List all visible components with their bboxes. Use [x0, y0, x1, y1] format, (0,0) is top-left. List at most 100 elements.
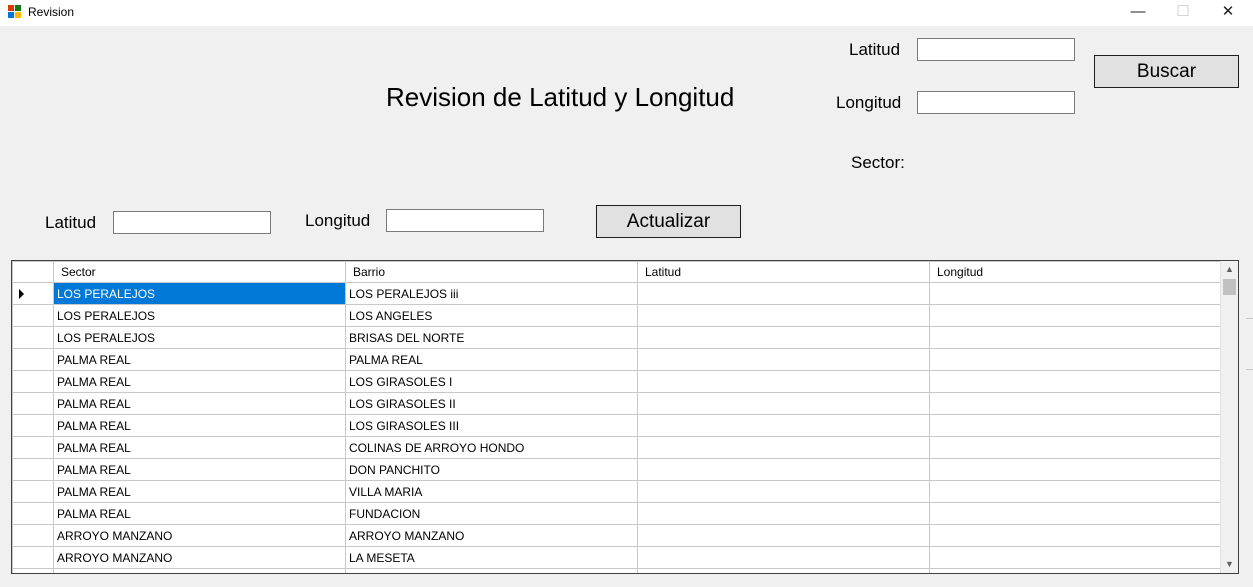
cell-sector[interactable]: LOS PERALEJOS [53, 326, 346, 349]
table-row[interactable] [12, 568, 1222, 573]
column-header-longitud[interactable]: Longitud [929, 261, 1222, 283]
cell-sector[interactable]: PALMA REAL [53, 370, 346, 393]
search-longitud-input[interactable] [917, 91, 1075, 114]
table-row[interactable]: LOS PERALEJOS LOS ANGELES [12, 304, 1222, 327]
cell-sector[interactable]: PALMA REAL [53, 348, 346, 371]
search-latitud-input[interactable] [917, 38, 1075, 61]
column-header-sector[interactable]: Sector [53, 261, 346, 283]
cell-barrio[interactable]: LOS ANGELES [345, 304, 638, 327]
table-row[interactable]: PALMA REAL PALMA REAL [12, 348, 1222, 371]
cell-sector[interactable]: PALMA REAL [53, 458, 346, 481]
cell-longitud[interactable] [929, 436, 1222, 459]
table-row[interactable]: PALMA REAL LOS GIRASOLES III [12, 414, 1222, 437]
table-row[interactable]: PALMA REAL VILLA MARIA [12, 480, 1222, 503]
table-row[interactable]: PALMA REAL COLINAS DE ARROYO HONDO [12, 436, 1222, 459]
update-longitud-input[interactable] [386, 209, 544, 232]
cell-sector[interactable]: LOS PERALEJOS [53, 304, 346, 327]
cell-longitud[interactable] [929, 458, 1222, 481]
cell-latitud[interactable] [637, 414, 930, 437]
row-header[interactable] [12, 502, 54, 525]
table-row[interactable]: PALMA REAL DON PANCHITO [12, 458, 1222, 481]
cell-latitud[interactable] [637, 392, 930, 415]
cell-longitud[interactable] [929, 304, 1222, 327]
row-header[interactable] [12, 568, 54, 573]
cell-sector[interactable]: PALMA REAL [53, 436, 346, 459]
cell-latitud[interactable] [637, 568, 930, 573]
row-header[interactable] [12, 458, 54, 481]
data-grid[interactable]: Sector Barrio Latitud Longitud LOS PERAL… [11, 260, 1239, 574]
column-header-latitud[interactable]: Latitud [637, 261, 930, 283]
cell-barrio[interactable]: COLINAS DE ARROYO HONDO [345, 436, 638, 459]
cell-sector[interactable]: ARROYO MANZANO [53, 546, 346, 569]
cell-sector[interactable]: PALMA REAL [53, 502, 346, 525]
cell-latitud[interactable] [637, 282, 930, 305]
cell-sector[interactable]: LOS PERALEJOS [53, 282, 346, 305]
cell-latitud[interactable] [637, 458, 930, 481]
table-row[interactable]: LOS PERALEJOS BRISAS DEL NORTE [12, 326, 1222, 349]
column-header-barrio[interactable]: Barrio [345, 261, 638, 283]
cell-latitud[interactable] [637, 524, 930, 547]
scroll-down-icon[interactable]: ▼ [1221, 556, 1238, 573]
cell-barrio[interactable]: FUNDACION [345, 502, 638, 525]
cell-latitud[interactable] [637, 436, 930, 459]
row-header[interactable] [12, 414, 54, 437]
cell-sector[interactable]: ARROYO MANZANO [53, 524, 346, 547]
cell-barrio[interactable]: VILLA MARIA [345, 480, 638, 503]
cell-latitud[interactable] [637, 370, 930, 393]
cell-longitud[interactable] [929, 568, 1222, 573]
table-row[interactable]: PALMA REAL LOS GIRASOLES II [12, 392, 1222, 415]
cell-longitud[interactable] [929, 326, 1222, 349]
cell-sector[interactable] [53, 568, 346, 573]
actualizar-button[interactable]: Actualizar [596, 205, 741, 238]
cell-barrio[interactable]: ARROYO MANZANO [345, 524, 638, 547]
cell-barrio[interactable] [345, 568, 638, 573]
cell-latitud[interactable] [637, 304, 930, 327]
cell-longitud[interactable] [929, 524, 1222, 547]
cell-barrio[interactable]: LOS PERALEJOS iii [345, 282, 638, 305]
update-latitud-input[interactable] [113, 211, 271, 234]
row-header[interactable] [12, 436, 54, 459]
cell-longitud[interactable] [929, 546, 1222, 569]
scrollbar-thumb[interactable] [1223, 279, 1236, 295]
row-header[interactable] [12, 480, 54, 503]
cell-sector[interactable]: PALMA REAL [53, 480, 346, 503]
cell-barrio[interactable]: PALMA REAL [345, 348, 638, 371]
table-row[interactable]: ARROYO MANZANO LA MESETA [12, 546, 1222, 569]
cell-longitud[interactable] [929, 502, 1222, 525]
cell-barrio[interactable]: LOS GIRASOLES III [345, 414, 638, 437]
row-header[interactable] [12, 524, 54, 547]
row-header[interactable] [12, 546, 54, 569]
row-header[interactable] [12, 304, 54, 327]
cell-latitud[interactable] [637, 546, 930, 569]
cell-longitud[interactable] [929, 282, 1222, 305]
cell-latitud[interactable] [637, 502, 930, 525]
cell-longitud[interactable] [929, 370, 1222, 393]
close-button[interactable]: ✕ [1205, 0, 1251, 26]
cell-longitud[interactable] [929, 348, 1222, 371]
row-header[interactable] [12, 348, 54, 371]
row-header[interactable] [12, 282, 54, 305]
row-header[interactable] [12, 326, 54, 349]
buscar-button[interactable]: Buscar [1094, 55, 1239, 88]
vertical-scrollbar[interactable]: ▲ ▼ [1220, 261, 1238, 573]
cell-latitud[interactable] [637, 348, 930, 371]
cell-longitud[interactable] [929, 392, 1222, 415]
table-row[interactable]: LOS PERALEJOS LOS PERALEJOS iii [12, 282, 1222, 305]
cell-longitud[interactable] [929, 414, 1222, 437]
cell-barrio[interactable]: LOS GIRASOLES I [345, 370, 638, 393]
maximize-button[interactable]: ☐ [1160, 0, 1206, 26]
cell-barrio[interactable]: LOS GIRASOLES II [345, 392, 638, 415]
cell-latitud[interactable] [637, 480, 930, 503]
cell-barrio[interactable]: BRISAS DEL NORTE [345, 326, 638, 349]
cell-longitud[interactable] [929, 480, 1222, 503]
scroll-up-icon[interactable]: ▲ [1221, 261, 1238, 278]
table-row[interactable]: PALMA REAL LOS GIRASOLES I [12, 370, 1222, 393]
cell-sector[interactable]: PALMA REAL [53, 392, 346, 415]
cell-barrio[interactable]: DON PANCHITO [345, 458, 638, 481]
row-header[interactable] [12, 392, 54, 415]
minimize-button[interactable]: — [1115, 0, 1161, 26]
row-header[interactable] [12, 370, 54, 393]
cell-latitud[interactable] [637, 326, 930, 349]
cell-barrio[interactable]: LA MESETA [345, 546, 638, 569]
table-row[interactable]: ARROYO MANZANO ARROYO MANZANO [12, 524, 1222, 547]
